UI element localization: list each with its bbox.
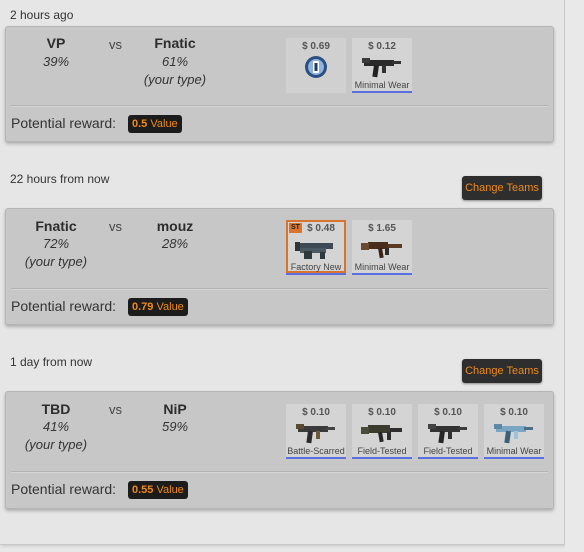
- reward-value: 0.79: [132, 301, 154, 313]
- your-type-note: (your type): [24, 437, 88, 452]
- change-teams-button[interactable]: Change Teams: [462, 359, 542, 383]
- team1-name: Fnatic: [35, 218, 77, 234]
- team1-percent: 39%: [42, 54, 70, 69]
- item-price: $ 1.65: [368, 223, 396, 234]
- match-card: Fnatic 72% (your type) vs mouz 28% ST $ …: [5, 208, 554, 325]
- team2-percent: 61%: [161, 54, 189, 69]
- item-slot[interactable]: ST $ 0.48 Factory New: [286, 220, 346, 275]
- your-type-note: (your type): [143, 72, 207, 87]
- reward-label: Potential reward:: [11, 115, 117, 131]
- match-time: 1 day from now: [10, 355, 93, 369]
- reward-value: 0.55: [132, 484, 154, 496]
- smg-icon: [494, 424, 533, 444]
- smg-icon: [428, 424, 467, 444]
- page-gutter: [565, 0, 584, 552]
- item-price: $ 0.48: [307, 223, 335, 234]
- team2-name: NiP: [163, 401, 187, 417]
- match-card: VP 39% vs Fnatic 61% (your type) $ 0.69 …: [5, 26, 554, 142]
- bets-panel: 2 hours ago VP 39% vs Fnatic 61% (your t…: [0, 0, 565, 545]
- item-price: $ 0.10: [302, 407, 330, 418]
- card-divider: [11, 471, 548, 473]
- reward-label: Potential reward:: [11, 298, 117, 314]
- team2-percent: 59%: [161, 419, 189, 434]
- item-wear: Field-Tested: [357, 446, 407, 456]
- reward-badge: 0.55 Value: [128, 481, 188, 499]
- match-card: TBD 41% (your type) vs NiP 59% $ 0.10 Ba…: [5, 391, 554, 509]
- item-wear: Minimal Wear: [486, 446, 542, 456]
- team1-name: VP: [46, 35, 66, 51]
- item-slot[interactable]: $ 0.10 Field-Tested: [418, 404, 478, 459]
- smg-icon: [362, 58, 401, 78]
- rifle-icon: [361, 242, 402, 259]
- reward-value: 0.5: [132, 118, 148, 130]
- team1-percent: 41%: [42, 419, 70, 434]
- item-slot[interactable]: $ 0.69: [286, 38, 346, 93]
- item-slot[interactable]: $ 1.65 Minimal Wear: [352, 220, 412, 275]
- reward-unit: Value: [150, 118, 178, 130]
- vs-label: vs: [109, 402, 122, 417]
- item-price: $ 0.69: [302, 41, 330, 52]
- reward-unit: Value: [156, 301, 184, 313]
- your-type-note: (your type): [24, 254, 88, 269]
- item-wear: Minimal Wear: [354, 262, 410, 272]
- card-divider: [11, 105, 548, 107]
- match-time: 2 hours ago: [10, 8, 74, 22]
- item-wear: Battle-Scarred: [287, 446, 345, 456]
- item-price: $ 0.10: [368, 407, 396, 418]
- item-slot[interactable]: $ 0.10 Battle-Scarred: [286, 404, 346, 459]
- item-slot[interactable]: $ 0.10 Minimal Wear: [484, 404, 544, 459]
- team2-name: mouz: [156, 218, 194, 234]
- match-time: 22 hours from now: [10, 172, 110, 186]
- reward-badge: 0.5 Value: [128, 115, 182, 133]
- sticker-capsule-icon: [305, 56, 327, 78]
- item-price: $ 0.12: [368, 41, 396, 52]
- team2-name: Fnatic: [154, 35, 196, 51]
- item-price: $ 0.10: [434, 407, 462, 418]
- item-wear: Factory New: [290, 262, 342, 272]
- change-teams-button[interactable]: Change Teams: [462, 176, 542, 200]
- vs-label: vs: [109, 219, 122, 234]
- item-slot[interactable]: $ 0.10 Field-Tested: [352, 404, 412, 459]
- team2-percent: 28%: [161, 236, 189, 251]
- item-slot[interactable]: $ 0.12 Minimal Wear: [352, 38, 412, 93]
- team1-percent: 72%: [42, 236, 70, 251]
- vs-label: vs: [109, 37, 122, 52]
- item-price: $ 0.10: [500, 407, 528, 418]
- item-wear: Minimal Wear: [354, 80, 410, 90]
- reward-unit: Value: [156, 484, 184, 496]
- item-wear: Field-Tested: [423, 446, 473, 456]
- rifle-icon: [361, 425, 402, 443]
- reward-badge: 0.79 Value: [128, 298, 188, 316]
- card-divider: [11, 288, 548, 290]
- reward-label: Potential reward:: [11, 481, 117, 497]
- team1-name: TBD: [41, 401, 71, 417]
- smg-icon: [296, 424, 335, 444]
- shotgun-icon: [295, 242, 333, 259]
